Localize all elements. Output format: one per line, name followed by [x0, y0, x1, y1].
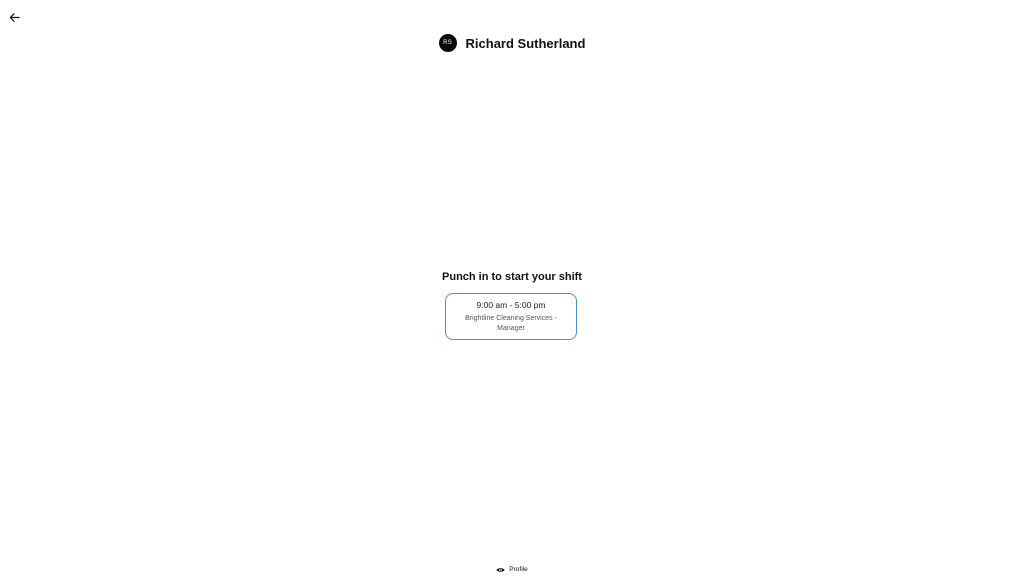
shift-card[interactable]: 9:00 am - 5:00 pm Brightline Cleaning Se…: [445, 293, 577, 340]
eye-icon: [496, 560, 505, 576]
user-name: Richard Sutherland: [465, 35, 586, 51]
punch-in-prompt: Punch in to start your shift: [442, 271, 582, 283]
avatar: RS: [438, 34, 457, 52]
arrow-left-icon: [9, 12, 20, 23]
shift-time: 9:00 am - 5:00 pm: [476, 299, 546, 310]
profile-label: Profile: [509, 565, 528, 573]
punch-in-page: RS Richard Sutherland Punch in to start …: [0, 0, 1024, 576]
footer: Profile: [0, 560, 1024, 576]
back-button[interactable]: [6, 9, 22, 25]
user-header: RS Richard Sutherland: [0, 34, 1024, 52]
profile-link[interactable]: Profile: [496, 560, 528, 576]
shift-description: Brightline Cleaning Services - Manager: [465, 314, 557, 332]
